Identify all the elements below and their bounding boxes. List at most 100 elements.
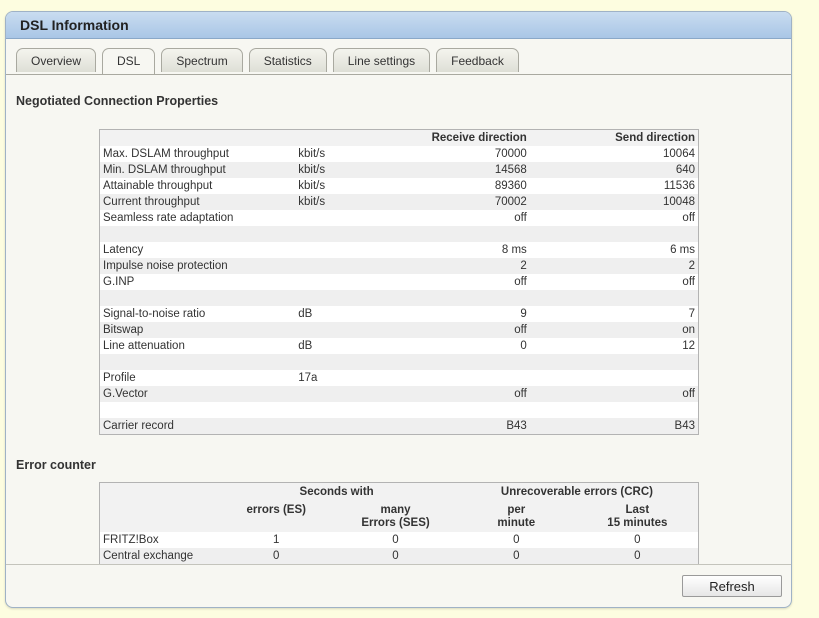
cell-label: Signal-to-noise ratio: [103, 308, 206, 320]
cell-tx: [529, 290, 699, 306]
cell-rx: [385, 226, 530, 242]
cell-unit: kbit/s: [295, 194, 385, 210]
error-counter-table: Seconds with Unrecoverable errors (CRC) …: [99, 482, 699, 565]
cell-unit: [295, 402, 385, 418]
cell-rx: 89360: [494, 180, 527, 192]
cell-es: 1: [273, 534, 280, 546]
cell-label: Bitswap: [99, 322, 296, 338]
cell-tx: 640: [529, 162, 699, 178]
cell-unit: [295, 322, 385, 338]
cell-rx: 70000: [494, 148, 527, 160]
col-errors-es: errors (ES): [217, 499, 336, 532]
table-row: [100, 402, 699, 418]
group-unrecoverable-crc: Unrecoverable errors (CRC): [455, 482, 699, 499]
col-per-minute: per minute: [455, 499, 577, 532]
cell-rx: 0: [520, 340, 527, 352]
cell-tx: [529, 226, 699, 242]
section-title-negotiated: Negotiated Connection Properties: [16, 94, 219, 108]
cell-unit: [295, 274, 385, 290]
cell-last: 0: [576, 548, 699, 565]
cell-label: Carrier record: [99, 418, 296, 435]
table-row: Signal-to-noise ratio dB 9 7: [100, 306, 699, 322]
table-row: Latency 8 ms 6 ms: [100, 242, 699, 258]
cell-rx: 2: [385, 258, 530, 274]
cell-tx: 6 ms: [670, 244, 695, 256]
cell-label: Max. DSLAM throughput: [103, 148, 229, 160]
section-title-error-counter: Error counter: [16, 458, 96, 472]
cell-unit: [295, 386, 385, 402]
table-row: Line attenuation dB 0 12: [100, 338, 699, 354]
cell-tx: off: [682, 276, 695, 288]
cell-tx: [529, 354, 699, 370]
table-row: Seamless rate adaptation off off: [100, 210, 699, 226]
cell-unit: [295, 290, 385, 306]
cell-rx: [385, 290, 530, 306]
cell-unit: kbit/s: [298, 180, 326, 192]
error-group-header-row: Seconds with Unrecoverable errors (CRC): [99, 482, 699, 499]
refresh-button[interactable]: Refresh: [682, 575, 782, 597]
cell-unit: dB: [298, 340, 313, 352]
cell-unit: kbit/s: [298, 148, 326, 160]
tab-feedback[interactable]: Feedback: [436, 48, 519, 72]
cell-label: Current throughput: [99, 194, 296, 210]
cell-label: Attainable throughput: [103, 180, 213, 192]
col-send-direction: Send direction: [529, 129, 699, 146]
cell-rx: 14568: [385, 162, 530, 178]
cell-label: Profile: [103, 372, 136, 384]
page-title: DSL Information: [6, 12, 791, 39]
tab-line-settings[interactable]: Line settings: [332, 48, 431, 72]
cell-unit: 17a: [298, 372, 318, 384]
cell-label: G.INP: [103, 276, 135, 288]
table-row: Attainable throughput kbit/s 89360 11536: [100, 178, 699, 194]
cell-rx: off: [385, 322, 530, 338]
col-last-15-minutes: Last 15 minutes: [576, 499, 699, 532]
group-seconds-with: Seconds with: [217, 482, 456, 499]
cell-unit: [295, 226, 385, 242]
tab-statistics[interactable]: Statistics: [248, 48, 327, 72]
table-row: FRITZ!Box 1 0 0 0: [100, 532, 699, 548]
cell-tx: 10064: [663, 148, 695, 160]
cell-tx: on: [529, 322, 699, 338]
cell-unit: [295, 242, 385, 258]
cell-label: [99, 354, 296, 370]
table-row: Profile 17a: [100, 370, 699, 386]
cell-rx: off: [514, 276, 527, 288]
cell-per: 0: [455, 548, 577, 565]
table-row: Min. DSLAM throughput kbit/s 14568 640: [99, 162, 699, 178]
cell-ses: 0: [392, 534, 399, 546]
table-row: Bitswap off on: [99, 322, 699, 338]
tab-spectrum[interactable]: Spectrum: [161, 48, 243, 72]
cell-rx: off: [514, 212, 527, 224]
cell-label: [99, 290, 296, 306]
cell-tx: [530, 402, 699, 418]
cell-tx: 12: [682, 340, 695, 352]
cell-rx: off: [385, 386, 530, 402]
cell-label: Seamless rate adaptation: [103, 212, 234, 224]
cell-ses: 0: [335, 548, 456, 565]
table-row: Carrier record B43 B43: [99, 418, 699, 435]
table-row: [99, 290, 699, 306]
table-row: [99, 226, 699, 242]
tab-overview[interactable]: Overview: [16, 48, 97, 72]
tab-dsl[interactable]: DSL: [102, 48, 156, 75]
cell-tx: off: [529, 386, 699, 402]
cell-label: G.Vector: [99, 386, 296, 402]
connection-properties-table: Receive direction Send direction Max. DS…: [99, 129, 699, 435]
tab-bar: Overview DSL Spectrum Statistics Line se…: [16, 48, 525, 75]
cell-label: Impulse noise protection: [99, 258, 296, 274]
table-row: [99, 354, 699, 370]
cell-tx: 10048: [529, 194, 699, 210]
cell-rx: [385, 370, 530, 386]
tab-divider: [6, 74, 791, 75]
cell-tx: 7: [688, 308, 695, 320]
table-row: Max. DSLAM throughput kbit/s 70000 10064: [100, 146, 699, 162]
cell-tx: off: [682, 212, 695, 224]
cell-rx: B43: [385, 418, 530, 435]
cell-unit: [295, 210, 385, 226]
cell-unit: [295, 354, 385, 370]
table-row: Current throughput kbit/s 70002 10048: [99, 194, 699, 210]
cell-tx: 11536: [663, 180, 695, 192]
cell-label: Latency: [103, 244, 144, 256]
cell-rx: [385, 402, 530, 418]
cell-per: 0: [513, 534, 520, 546]
